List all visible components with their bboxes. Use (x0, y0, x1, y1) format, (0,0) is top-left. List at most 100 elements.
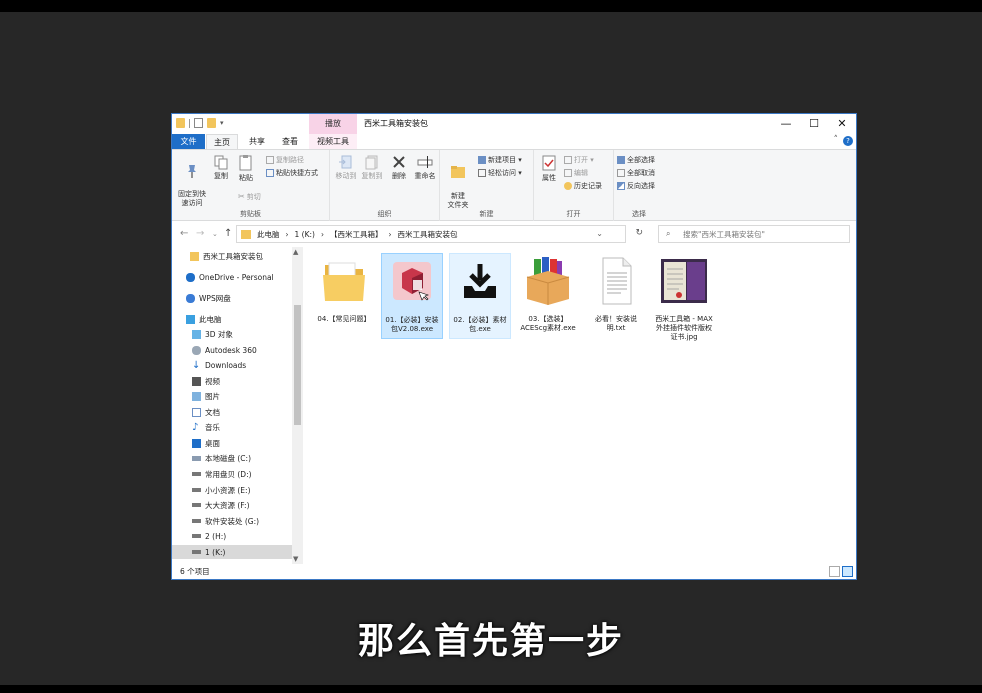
sidebar-item-label: 视频 (205, 376, 220, 386)
sidebar-item-music[interactable]: ♪ 音乐 (192, 420, 220, 434)
large-icons-view-icon[interactable] (842, 566, 853, 577)
pin-label: 固定到快 速访问 (178, 190, 206, 207)
file-explorer-window: ▾ 播放 西米工具箱安装包 — ☐ ✕ 文件 主页 共享 查看 视频工具 ˄ ?… (171, 113, 857, 580)
file-item[interactable]: 必看！安装说明.txt (585, 253, 647, 339)
cube-icon (192, 329, 201, 339)
cut-button[interactable]: ✂ 剪切 (238, 192, 261, 202)
navigation-scrollbar[interactable]: ▲ ▼ (292, 247, 303, 564)
select-group-label: 选择 (632, 210, 646, 218)
sidebar-item-documents[interactable]: 文档 (192, 405, 220, 419)
edit-label: 编辑 (574, 169, 588, 177)
copy-to-button[interactable]: 复制到 (360, 154, 384, 181)
sidebar-item-wps[interactable]: WPS网盘 (186, 291, 231, 305)
recent-locations-icon[interactable]: ⌄ (212, 230, 218, 238)
scroll-up-icon[interactable]: ▲ (293, 248, 298, 256)
sidebar-item-drive-k[interactable]: 1 (K:) (172, 545, 292, 559)
sidebar-item-drive-f[interactable]: 大大资源 (F:) (192, 498, 250, 512)
breadcrumb-this-pc[interactable]: 此电脑 (257, 230, 280, 239)
new-item-button[interactable]: 新建项目 ▾ (478, 155, 522, 165)
new-folder-icon[interactable] (207, 118, 216, 128)
tab-home[interactable]: 主页 (206, 134, 238, 149)
collapse-ribbon-icon[interactable]: ˄ (834, 135, 839, 145)
sidebar-item-3d[interactable]: 3D 对象 (192, 327, 233, 341)
folder-icon (241, 230, 251, 239)
select-all-button[interactable]: 全部选择 (617, 155, 655, 165)
back-button[interactable]: ← (180, 228, 188, 239)
sidebar-item-drive-e[interactable]: 小小资源 (E:) (192, 483, 251, 497)
file-item[interactable]: 西米工具箱 - MAX外挂插件软件版权证书.jpg (653, 253, 715, 341)
copy-button[interactable]: 复制 (210, 154, 232, 181)
breadcrumb-drive-k[interactable]: 1 (K:) (295, 230, 315, 239)
history-button[interactable]: 历史记录 (564, 181, 602, 191)
new-folder-button[interactable]: 新建 文件夹 (444, 154, 472, 210)
sidebar-item-onedrive[interactable]: OneDrive - Personal (186, 270, 274, 284)
details-view-icon[interactable] (829, 566, 840, 577)
sidebar-item-pictures[interactable]: 图片 (192, 389, 220, 403)
select-none-button[interactable]: 全部取消 (617, 168, 655, 178)
sidebar-item-autodesk[interactable]: Autodesk 360 (192, 343, 257, 357)
file-item[interactable]: 02.【必装】素材包.exe (449, 253, 511, 339)
paste-shortcut-button[interactable]: 粘贴快捷方式 (266, 168, 318, 178)
help-icon[interactable]: ? (843, 136, 853, 146)
pin-quick-access-button[interactable]: 固定到快 速访问 (174, 154, 210, 208)
sidebar-item-label: OneDrive - Personal (199, 272, 274, 282)
sidebar-item-drive-c[interactable]: 本地磁盘 (C:) (192, 451, 251, 465)
up-button[interactable]: ↑ (224, 228, 232, 239)
sidebar-item-downloads[interactable]: ↓ Downloads (192, 358, 246, 372)
copy-path-button[interactable]: 复制路径 (266, 155, 304, 165)
minimize-button[interactable]: — (772, 114, 800, 134)
breadcrumb-separator[interactable]: › (286, 230, 289, 239)
tab-video-tools[interactable]: 视频工具 (309, 134, 357, 149)
move-to-button[interactable]: 移动到 (334, 154, 358, 181)
copy-icon (214, 155, 228, 170)
breadcrumb-separator[interactable]: › (388, 230, 391, 239)
sidebar-item-install-package[interactable]: 西米工具箱安装包 (190, 249, 263, 263)
address-bar[interactable]: 此电脑 › 1 (K:) › 【西米工具箱】 › 西米工具箱安装包 ⌄ ↻ (236, 225, 643, 243)
drive-icon (192, 519, 201, 523)
quick-access-toolbar: ▾ (176, 118, 224, 128)
maximize-button[interactable]: ☐ (800, 114, 828, 134)
tab-share[interactable]: 共享 (242, 134, 272, 149)
customize-qat-icon[interactable]: ▾ (220, 119, 224, 127)
package-box-icon (526, 257, 570, 305)
organize-group-label: 组织 (377, 210, 392, 218)
copy-path-icon (266, 156, 274, 164)
drive-icon (192, 488, 201, 492)
context-tab-play[interactable]: 播放 (309, 114, 357, 134)
paste-label: 粘贴 (239, 174, 253, 182)
delete-button[interactable]: 删除 (388, 154, 410, 181)
sidebar-item-drive-h[interactable]: 2 (H:) (192, 529, 226, 543)
refresh-icon[interactable]: ↻ (635, 228, 643, 238)
scroll-down-icon[interactable]: ▼ (293, 555, 298, 563)
view-switcher (829, 566, 853, 577)
close-button[interactable]: ✕ (828, 114, 856, 134)
breadcrumb-separator[interactable]: › (321, 230, 324, 239)
address-dropdown-icon[interactable]: ⌄ (596, 229, 603, 238)
open-button[interactable]: 打开 ▾ (564, 155, 594, 165)
forward-button[interactable]: → (196, 228, 204, 239)
tab-view[interactable]: 查看 (275, 134, 305, 149)
rename-button[interactable]: 重命名 (412, 154, 438, 181)
file-item[interactable]: 04.【常见问题】 (313, 253, 375, 339)
edit-button[interactable]: 编辑 (564, 168, 588, 178)
search-input[interactable]: 搜索"西米工具箱安装包" (658, 225, 850, 243)
sidebar-item-label: 1 (K:) (205, 547, 226, 557)
breadcrumb-ximi-toolbox[interactable]: 【西米工具箱】 (330, 230, 383, 239)
breadcrumb-install-package[interactable]: 西米工具箱安装包 (397, 230, 457, 239)
sidebar-item-desktop[interactable]: 桌面 (192, 436, 220, 450)
invert-selection-button[interactable]: 反向选择 (617, 181, 655, 191)
sidebar-item-drive-g[interactable]: 软件安装处 (G:) (192, 514, 259, 528)
file-name: 西米工具箱 - MAX外挂插件软件版权证书.jpg (655, 315, 713, 341)
properties-icon[interactable] (194, 118, 203, 128)
file-item[interactable]: 03.【选装】ACEScg素材.exe (517, 253, 579, 339)
properties-button[interactable]: 属性 (538, 154, 560, 183)
paste-button[interactable]: 粘贴 (234, 154, 258, 183)
file-item-selected[interactable]: 01.【必装】安装包V2.08.exe (381, 253, 443, 339)
drive-icon (192, 503, 201, 507)
tab-file[interactable]: 文件 (172, 134, 205, 149)
easy-access-button[interactable]: 轻松访问 ▾ (478, 168, 522, 178)
sidebar-item-this-pc[interactable]: 此电脑 (186, 312, 222, 326)
scrollbar-thumb[interactable] (294, 305, 301, 425)
sidebar-item-videos[interactable]: 视频 (192, 374, 220, 388)
sidebar-item-drive-d[interactable]: 常用盘贝 (D:) (192, 467, 252, 481)
